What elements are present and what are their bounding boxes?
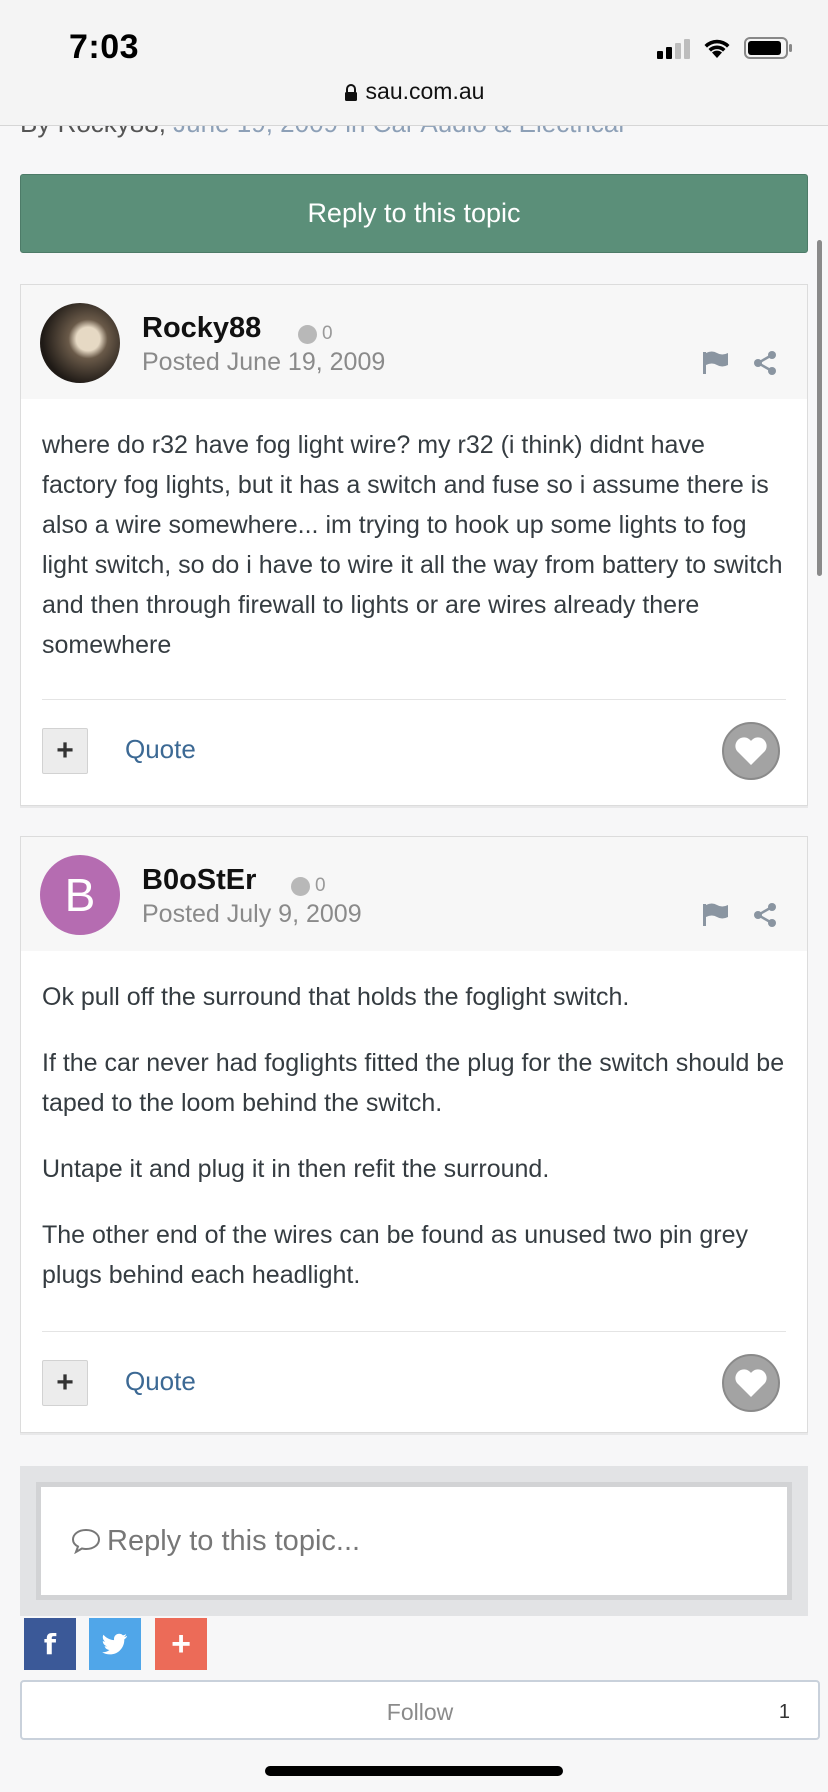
plus-icon: + (171, 1624, 191, 1663)
post-header: Rocky88 0 Posted June 19, 2009 (21, 285, 807, 399)
reputation-count: 0 (322, 323, 333, 344)
post-footer: + Quote (42, 1331, 786, 1435)
wifi-icon (704, 39, 730, 58)
facebook-share-button[interactable]: f (24, 1618, 76, 1670)
status-bar: 7:03 sau.com.au (0, 0, 828, 126)
like-button[interactable] (722, 722, 780, 780)
battery-icon (744, 37, 792, 59)
twitter-share-button[interactable] (89, 1618, 141, 1670)
add-button[interactable]: + (42, 1360, 88, 1406)
quote-link[interactable]: Quote (125, 1366, 196, 1397)
follower-count: 1 (778, 1701, 790, 1723)
scrollbar[interactable] (817, 240, 822, 576)
post-body: where do r32 have fog light wire? my r32… (21, 399, 807, 665)
post-date[interactable]: Posted July 9, 2009 (142, 900, 362, 929)
clock: 7:03 (69, 28, 140, 66)
post-username[interactable]: Rocky88 (142, 312, 261, 345)
post-date[interactable]: Posted June 19, 2009 (142, 348, 385, 377)
post-body: Ok pull off the surround that holds the … (21, 951, 807, 1295)
share-icon[interactable] (753, 351, 777, 375)
post: Rocky88 0 Posted June 19, 2009 where do … (20, 284, 808, 806)
post-paragraph: If the car never had foglights fitted th… (42, 1049, 785, 1117)
flag-icon[interactable] (703, 351, 729, 375)
reply-placeholder: Reply to this topic... (107, 1524, 361, 1557)
post-footer: + Quote (42, 699, 786, 803)
follow-label: Follow (386, 1699, 454, 1725)
reputation-dot-icon (298, 324, 317, 344)
heart-icon (735, 737, 767, 765)
facebook-icon: f (43, 1627, 57, 1661)
address-bar[interactable]: sau.com.au (0, 78, 828, 105)
reputation-badge: 0 (298, 323, 333, 345)
reply-to-topic-button[interactable]: Reply to this topic (20, 174, 808, 253)
reputation-dot-icon (291, 876, 310, 896)
follow-button[interactable]: Follow 1 (20, 1680, 820, 1740)
twitter-icon (102, 1633, 127, 1655)
post: B B0oStEr 0 Posted July 9, 2009 Ok pull … (20, 836, 808, 1433)
reputation-count: 0 (315, 875, 326, 896)
heart-icon (735, 1369, 767, 1397)
reply-input[interactable]: Reply to this topic... (36, 1482, 792, 1600)
post-paragraph: where do r32 have fog light wire? my r32… (42, 431, 783, 659)
avatar[interactable]: B (40, 855, 120, 935)
add-button[interactable]: + (42, 728, 88, 774)
reputation-badge: 0 (291, 875, 326, 897)
reply-editor-container: Reply to this topic... (20, 1466, 808, 1616)
post-username[interactable]: B0oStEr (142, 864, 256, 897)
lock-icon (344, 84, 357, 101)
post-paragraph: Ok pull off the surround that holds the … (42, 983, 630, 1011)
post-paragraph: The other end of the wires can be found … (42, 1221, 749, 1289)
more-share-button[interactable]: + (155, 1618, 207, 1670)
like-button[interactable] (722, 1354, 780, 1412)
home-indicator[interactable] (265, 1766, 563, 1776)
speech-bubble-icon (71, 1528, 101, 1554)
post-paragraph: Untape it and plug it in then refit the … (42, 1155, 550, 1183)
post-header: B B0oStEr 0 Posted July 9, 2009 (21, 837, 807, 951)
share-icon[interactable] (753, 903, 777, 927)
cellular-signal-icon (657, 37, 690, 59)
flag-icon[interactable] (703, 903, 729, 927)
url-text: sau.com.au (365, 78, 485, 104)
avatar[interactable] (40, 303, 120, 383)
quote-link[interactable]: Quote (125, 734, 196, 765)
status-icons (657, 36, 794, 60)
